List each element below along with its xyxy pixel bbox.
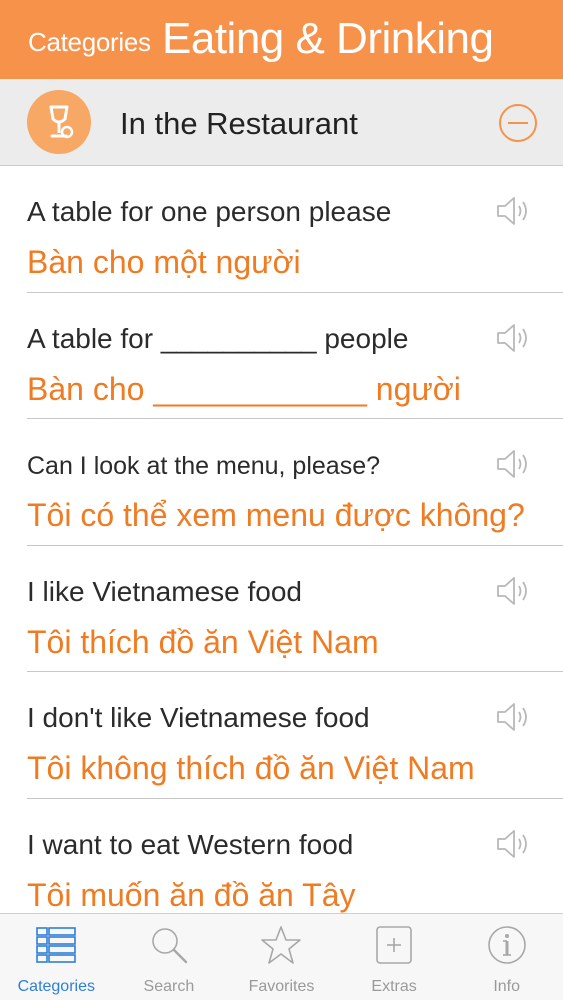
info-icon <box>487 926 526 964</box>
glass-icon <box>27 90 91 154</box>
tab-label: Favorites <box>248 978 315 995</box>
phrase-english: I don't like Vietnamese food <box>27 702 370 733</box>
phrase-english: I want to eat Western food <box>27 828 354 860</box>
phrase-vietnamese: Tôi muốn ăn đồ ăn Tây <box>27 876 356 913</box>
list-icon <box>36 927 77 963</box>
list-item[interactable]: I don't like Vietnamese food Tôi không t… <box>0 672 563 799</box>
phrase-vietnamese: Tôi có thể xem menu được không? <box>27 497 525 533</box>
phrase-english: Can I look at the menu, please? <box>27 452 381 480</box>
tab-label: Categories <box>17 978 95 995</box>
phrase-vietnamese: Tôi thích đồ ăn Việt Nam <box>27 623 379 660</box>
list-item[interactable]: A table for one person please Bàn cho mộ… <box>0 166 563 293</box>
page-title: Eating & Drinking <box>162 14 494 63</box>
list-item[interactable]: Can I look at the menu, please? Tôi có t… <box>0 419 563 546</box>
tab-label: Info <box>493 978 521 995</box>
phrase-vietnamese: Bàn cho ____________ người <box>27 370 461 407</box>
list-item[interactable]: I like Vietnamese food Tôi thích đồ ăn V… <box>0 546 563 672</box>
speaker-icon[interactable] <box>494 194 534 228</box>
plus-box-icon <box>376 926 412 964</box>
speaker-icon[interactable] <box>494 574 534 608</box>
speaker-icon[interactable] <box>494 827 534 861</box>
phrase-vietnamese: Bàn cho một người <box>27 244 301 280</box>
phrase-vietnamese: Tôi không thích đồ ăn Việt Nam <box>27 750 475 786</box>
minus-circle-icon[interactable] <box>498 103 538 143</box>
phrase-english: I like Vietnamese food <box>27 575 302 607</box>
list-item[interactable]: I want to eat Western food Tôi muốn ăn đ… <box>0 799 563 914</box>
tab-favorites[interactable]: Favorites <box>225 914 338 1000</box>
section-header[interactable]: In the Restaurant <box>0 79 563 166</box>
list-item[interactable]: A table for __________ people Bàn cho __… <box>0 293 563 419</box>
tab-search[interactable]: Search <box>113 914 226 1000</box>
phrase-english: A table for __________ people <box>27 322 409 354</box>
search-icon <box>152 928 188 964</box>
star-icon <box>261 926 302 964</box>
navigation-bar: Categories Eating & Drinking <box>0 0 563 79</box>
phrase-list: A table for one person please Bàn cho mộ… <box>0 166 563 913</box>
categories-back-button[interactable]: Categories <box>28 27 151 58</box>
tab-label: Search <box>143 978 195 995</box>
phrase-english: A table for one person please <box>27 196 392 227</box>
speaker-icon[interactable] <box>494 700 534 734</box>
tab-info[interactable]: Info <box>450 914 563 1000</box>
speaker-icon[interactable] <box>494 321 534 355</box>
tab-bar: Categories Search Favorites Extras Info <box>0 913 563 1000</box>
tab-label: Extras <box>371 978 417 995</box>
tab-extras[interactable]: Extras <box>338 914 451 1000</box>
speaker-icon[interactable] <box>494 447 534 481</box>
section-title: In the Restaurant <box>120 106 358 141</box>
tab-categories[interactable]: Categories <box>0 914 113 1000</box>
